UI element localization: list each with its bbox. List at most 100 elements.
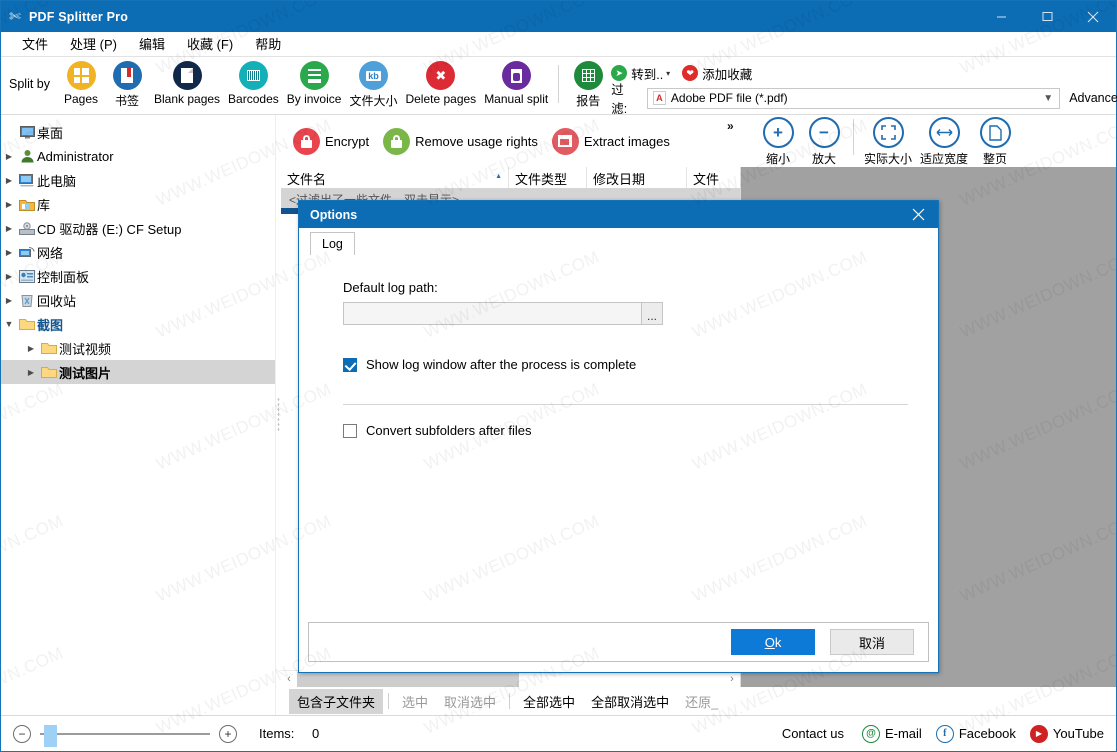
include-subfolders-button[interactable]: 包含子文件夹	[289, 688, 384, 714]
minimize-button[interactable]	[978, 1, 1024, 32]
menu-item-file[interactable]: 文件	[11, 32, 59, 57]
column-header-filename[interactable]: 文件名 ▲	[281, 167, 509, 188]
tree-item-test-video[interactable]: ▶ 测试视频	[1, 336, 275, 360]
filter-select[interactable]: A Adobe PDF file (*.pdf) ▼	[646, 87, 1061, 109]
plus-circle-icon[interactable]: +	[219, 724, 237, 743]
tree-item-screenshots[interactable]: ▼ 截图	[1, 312, 275, 336]
ok-button[interactable]: Ok	[731, 629, 815, 655]
fit-width-button[interactable]: 适应宽度	[916, 117, 972, 167]
chevron-down-icon[interactable]: ▾	[666, 69, 670, 78]
filter-value: Adobe PDF file (*.pdf)	[670, 91, 788, 105]
menu-item-help[interactable]: 帮助	[244, 32, 292, 57]
column-header-filetype[interactable]: 文件类型	[509, 167, 587, 188]
tool-manual-split[interactable]: Manual split	[480, 61, 552, 106]
tree-item-test-images[interactable]: ▶ 测试图片	[1, 360, 275, 384]
scroll-right-icon[interactable]: ›	[724, 673, 740, 685]
email-link[interactable]: @ E-mail	[861, 724, 922, 743]
menu-item-favorite[interactable]: 收藏 (F)	[176, 32, 244, 57]
actual-size-button[interactable]: 实际大小	[860, 117, 916, 167]
tree-item-this-pc[interactable]: ▶ 此电脑	[1, 168, 275, 192]
thumbnail-size-slider[interactable]	[40, 724, 210, 747]
tree-item-administrator[interactable]: ▶ Administrator	[1, 144, 275, 168]
expander-icon[interactable]: ▶	[1, 272, 17, 281]
column-header-modified[interactable]: 修改日期	[587, 167, 687, 188]
advanced-filter-link[interactable]: Advanced filter	[1069, 91, 1117, 105]
expander-icon[interactable]: ▶	[23, 344, 39, 353]
tree-item-label: 测试图片	[59, 365, 112, 381]
convert-subfolders-checkbox-row[interactable]: Convert subfolders after files	[343, 423, 908, 438]
tool-pages[interactable]: Pages	[58, 61, 104, 106]
tool-blank-pages[interactable]: Blank pages	[150, 61, 224, 106]
cancel-button[interactable]: 取消	[830, 629, 914, 655]
tree-item-network[interactable]: ▶ 网络	[1, 240, 275, 264]
select-button[interactable]: 选中	[394, 689, 436, 714]
maximize-button[interactable]	[1024, 1, 1070, 32]
minus-circle-icon[interactable]: −	[13, 724, 31, 743]
show-log-checkbox-row[interactable]: Show log window after the process is com…	[343, 357, 908, 372]
add-favorite-button[interactable]: ❤ 添加收藏	[682, 64, 752, 83]
extract-images-label: Extract images	[583, 133, 670, 149]
split-by-label: Split by	[9, 77, 50, 91]
remove-usage-rights-button[interactable]: Remove usage rights	[383, 127, 538, 155]
overflow-button[interactable]: »	[727, 119, 734, 133]
items-count: 0	[312, 726, 320, 741]
convert-subfolders-checkbox[interactable]	[343, 423, 357, 438]
scroll-left-icon[interactable]: ‹	[281, 673, 297, 685]
zoom-in-button[interactable]: + 缩小	[755, 117, 801, 167]
scroll-thumb[interactable]	[297, 671, 519, 687]
zoom-label: 适应宽度	[920, 152, 969, 166]
tool-barcodes[interactable]: Barcodes	[224, 61, 283, 106]
show-log-checkbox[interactable]	[343, 357, 357, 372]
restore-button[interactable]: 还原_	[677, 689, 726, 714]
tool-delete-pages[interactable]: ✖ Delete pages	[401, 61, 480, 106]
tree-item-libraries[interactable]: ▶ 库	[1, 192, 275, 216]
select-all-button[interactable]: 全部选中	[515, 689, 583, 714]
status-bar: − + Items: 0 Contact us @ E-mail f Faceb…	[1, 715, 1116, 751]
tool-label: 书签	[114, 94, 139, 108]
expander-icon[interactable]: ▼	[1, 319, 17, 329]
scroll-track[interactable]	[297, 671, 724, 687]
dialog-tabs: Log	[299, 228, 938, 255]
chevron-down-icon[interactable]: ▼	[1043, 93, 1053, 104]
expander-icon[interactable]: ▶	[1, 296, 17, 305]
zoom-out-button[interactable]: − 放大	[801, 117, 847, 167]
menu-item-edit[interactable]: 编辑	[128, 32, 176, 57]
sort-ascending-icon: ▲	[495, 173, 502, 180]
facebook-link[interactable]: f Facebook	[935, 724, 1016, 743]
expander-icon[interactable]: ▶	[1, 248, 17, 257]
dialog-close-button[interactable]	[898, 201, 938, 228]
close-button[interactable]	[1070, 1, 1116, 32]
tree-item-control-panel[interactable]: ▶ 控制面板	[1, 264, 275, 288]
tool-report[interactable]: 报告	[565, 61, 611, 109]
heart-icon: ❤	[682, 65, 699, 81]
tab-log[interactable]: Log	[310, 232, 355, 255]
expander-icon[interactable]: ▶	[1, 224, 17, 233]
expander-icon[interactable]: ▶	[1, 176, 17, 185]
tree-item-label: 桌面	[37, 125, 64, 141]
tree-item-recycle-bin[interactable]: ▶ 回收站	[1, 288, 275, 312]
menu-item-process[interactable]: 处理 (P)	[59, 32, 128, 57]
deselect-all-button[interactable]: 全部取消选中	[583, 689, 677, 714]
browse-button[interactable]: ...	[641, 302, 663, 325]
extract-image-icon	[551, 127, 579, 155]
deselect-button[interactable]: 取消选中	[436, 689, 504, 714]
zoom-label: 缩小	[765, 152, 790, 166]
tool-by-invoice[interactable]: By invoice	[283, 61, 346, 106]
tree-item-cd-drive[interactable]: ▶ CD 驱动器 (E:) CF Setup	[1, 216, 275, 240]
expander-icon[interactable]: ▶	[1, 152, 17, 161]
control-panel-icon	[17, 269, 37, 283]
whole-page-button[interactable]: 整页	[972, 117, 1018, 167]
tree-item-label: 网络	[37, 245, 64, 261]
tool-file-size[interactable]: kb 文件大小	[345, 61, 401, 109]
column-header-filesize[interactable]: 文件	[687, 167, 739, 188]
expander-icon[interactable]: ▶	[23, 368, 39, 377]
extract-images-button[interactable]: Extract images	[551, 127, 670, 155]
tree-item-desktop[interactable]: 桌面	[1, 120, 275, 144]
tree-item-label: 测试视频	[59, 341, 112, 357]
tool-bookmarks[interactable]: 书签	[104, 61, 150, 109]
slider-thumb[interactable]	[44, 724, 57, 747]
expander-icon[interactable]: ▶	[1, 200, 17, 209]
encrypt-button[interactable]: Encrypt	[293, 127, 369, 155]
youtube-link[interactable]: ▶ YouTube	[1029, 724, 1104, 743]
default-log-path-input[interactable]	[343, 302, 641, 325]
